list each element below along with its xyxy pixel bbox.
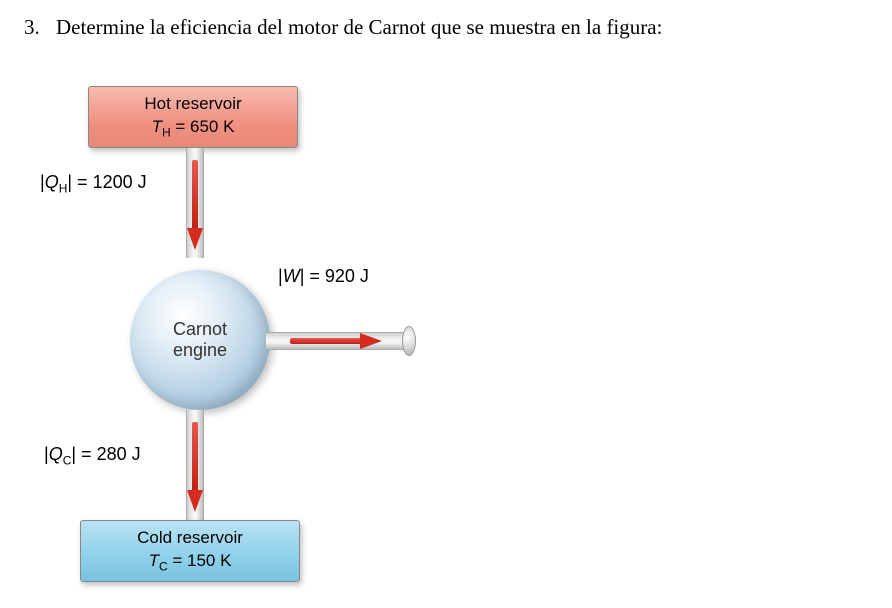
arrow-w-head — [360, 333, 382, 349]
arrow-qc-stem — [192, 422, 198, 492]
symbol-T: T — [152, 117, 162, 136]
cold-reservoir: Cold reservoir TC = 150 K — [80, 520, 300, 582]
qc-value: | = 280 J — [71, 444, 140, 464]
carnot-diagram: Hot reservoir TH = 650 K |QH| = 1200 J C… — [30, 80, 430, 600]
symbol-T: T — [149, 551, 159, 570]
engine-label-2: engine — [173, 340, 227, 361]
engine-label-1: Carnot — [173, 319, 227, 340]
cold-reservoir-temp: TC = 150 K — [81, 550, 299, 575]
question-text: Determine la eficiencia del motor de Car… — [56, 14, 882, 41]
pipe-work-end — [402, 326, 416, 356]
question-number: 3. — [24, 14, 56, 41]
hot-reservoir-title: Hot reservoir — [89, 93, 297, 115]
hot-reservoir-temp: TH = 650 K — [89, 116, 297, 141]
symbol-Q: Q — [45, 172, 59, 192]
label-qh: |QH| = 1200 J — [40, 172, 147, 196]
hot-reservoir: Hot reservoir TH = 650 K — [88, 86, 298, 148]
cold-reservoir-title: Cold reservoir — [81, 527, 299, 549]
arrow-qh-stem — [192, 160, 198, 230]
label-w: |W| = 920 J — [278, 266, 369, 287]
subscript-C: C — [159, 559, 168, 573]
arrow-qh-head — [187, 228, 203, 250]
carnot-engine: Carnot engine — [130, 270, 270, 410]
label-qc: |QC| = 280 J — [44, 444, 141, 468]
hot-temp-value: = 650 K — [171, 117, 235, 136]
cold-temp-value: = 150 K — [168, 551, 232, 570]
w-value: | = 920 J — [300, 266, 369, 286]
symbol-Q: Q — [49, 444, 63, 464]
qh-value: | = 1200 J — [67, 172, 146, 192]
arrow-qc-head — [187, 490, 203, 512]
question-row: 3. Determine la eficiencia del motor de … — [0, 0, 892, 41]
symbol-W: W — [283, 266, 300, 286]
subscript-H: H — [162, 125, 171, 139]
arrow-w-stem — [290, 338, 362, 344]
